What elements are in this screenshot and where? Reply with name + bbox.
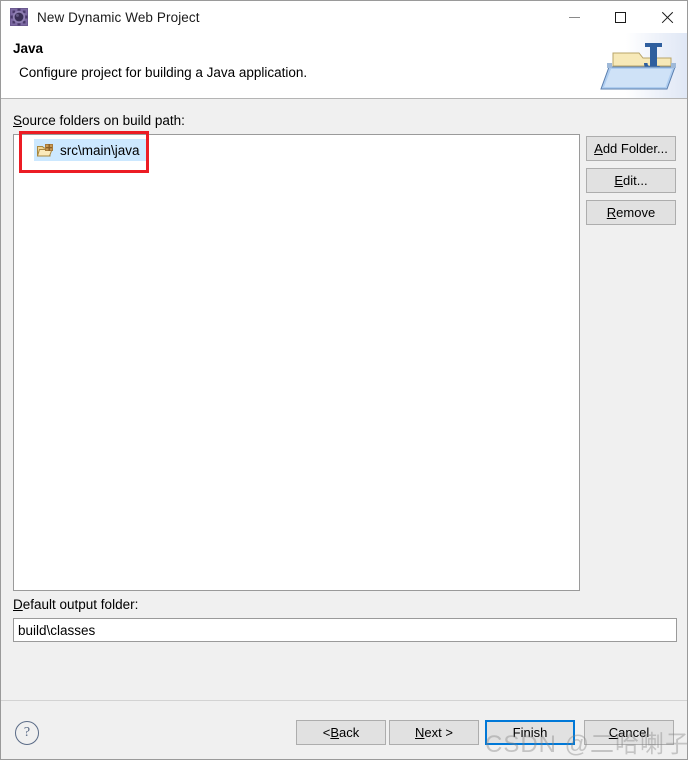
- default-output-folder-accel: D: [13, 597, 23, 612]
- back-label: ack: [339, 725, 360, 740]
- list-item[interactable]: src\main\java: [34, 139, 146, 161]
- minimize-button[interactable]: [551, 1, 597, 33]
- window-controls: [551, 1, 687, 33]
- java-folder-icon-svg: [600, 43, 676, 90]
- add-folder-label: dd Folder...: [602, 141, 668, 156]
- remove-button[interactable]: Remove: [586, 200, 676, 225]
- next-label: ext >: [424, 725, 453, 740]
- back-button[interactable]: < Back: [296, 720, 386, 745]
- gear-icon-svg: [10, 8, 28, 26]
- source-folders-label-rest: ource folders on build path:: [22, 113, 185, 128]
- maximize-icon: [614, 11, 626, 23]
- cancel-accel: C: [608, 725, 619, 740]
- package-folder-icon: [36, 143, 54, 158]
- java-folder-icon: [599, 33, 687, 98]
- footer-divider: [1, 700, 687, 701]
- minimize-icon: [568, 16, 580, 18]
- help-icon[interactable]: ?: [15, 721, 39, 745]
- default-output-folder-rest: efault output folder:: [22, 597, 139, 612]
- remove-accel: R: [606, 205, 617, 220]
- close-button[interactable]: [643, 1, 687, 33]
- gear-icon: [9, 7, 29, 27]
- source-folders-label-accel: S: [13, 113, 23, 128]
- maximize-button[interactable]: [597, 1, 643, 33]
- add-folder-button[interactable]: Add Folder...: [586, 136, 676, 161]
- cancel-label: ancel: [618, 725, 650, 740]
- remove-label: emove: [616, 205, 656, 220]
- source-folders-list[interactable]: src\main\java: [13, 134, 580, 591]
- edit-button[interactable]: Edit...: [586, 168, 676, 193]
- list-item-label: src\main\java: [60, 142, 140, 158]
- edit-label: dit...: [623, 173, 648, 188]
- source-folders-label: Source folders on build path:: [13, 113, 185, 128]
- package-folder-icon-svg: [36, 143, 53, 156]
- finish-label: Finish: [512, 725, 548, 740]
- cancel-button[interactable]: Cancel: [584, 720, 674, 745]
- default-output-folder-input[interactable]: [13, 618, 677, 642]
- wizard-header: Java Configure project for building a Ja…: [1, 33, 687, 99]
- finish-button[interactable]: Finish: [485, 720, 575, 745]
- close-icon: [660, 11, 673, 24]
- add-folder-accel: A: [594, 141, 603, 156]
- default-output-folder-label: Default output folder:: [13, 597, 138, 612]
- title-bar: New Dynamic Web Project: [1, 1, 687, 33]
- new-dynamic-web-project-dialog: New Dynamic Web Project Java Configure p…: [0, 0, 688, 760]
- page-title: Java: [13, 41, 44, 56]
- back-prefix: <: [322, 725, 331, 740]
- page-description: Configure project for building a Java ap…: [19, 65, 308, 80]
- next-accel: N: [415, 725, 425, 740]
- next-button[interactable]: Next >: [389, 720, 479, 745]
- help-icon-glyph: ?: [23, 725, 31, 740]
- back-accel: B: [330, 725, 340, 740]
- edit-accel: E: [614, 173, 624, 188]
- window-title: New Dynamic Web Project: [37, 9, 200, 25]
